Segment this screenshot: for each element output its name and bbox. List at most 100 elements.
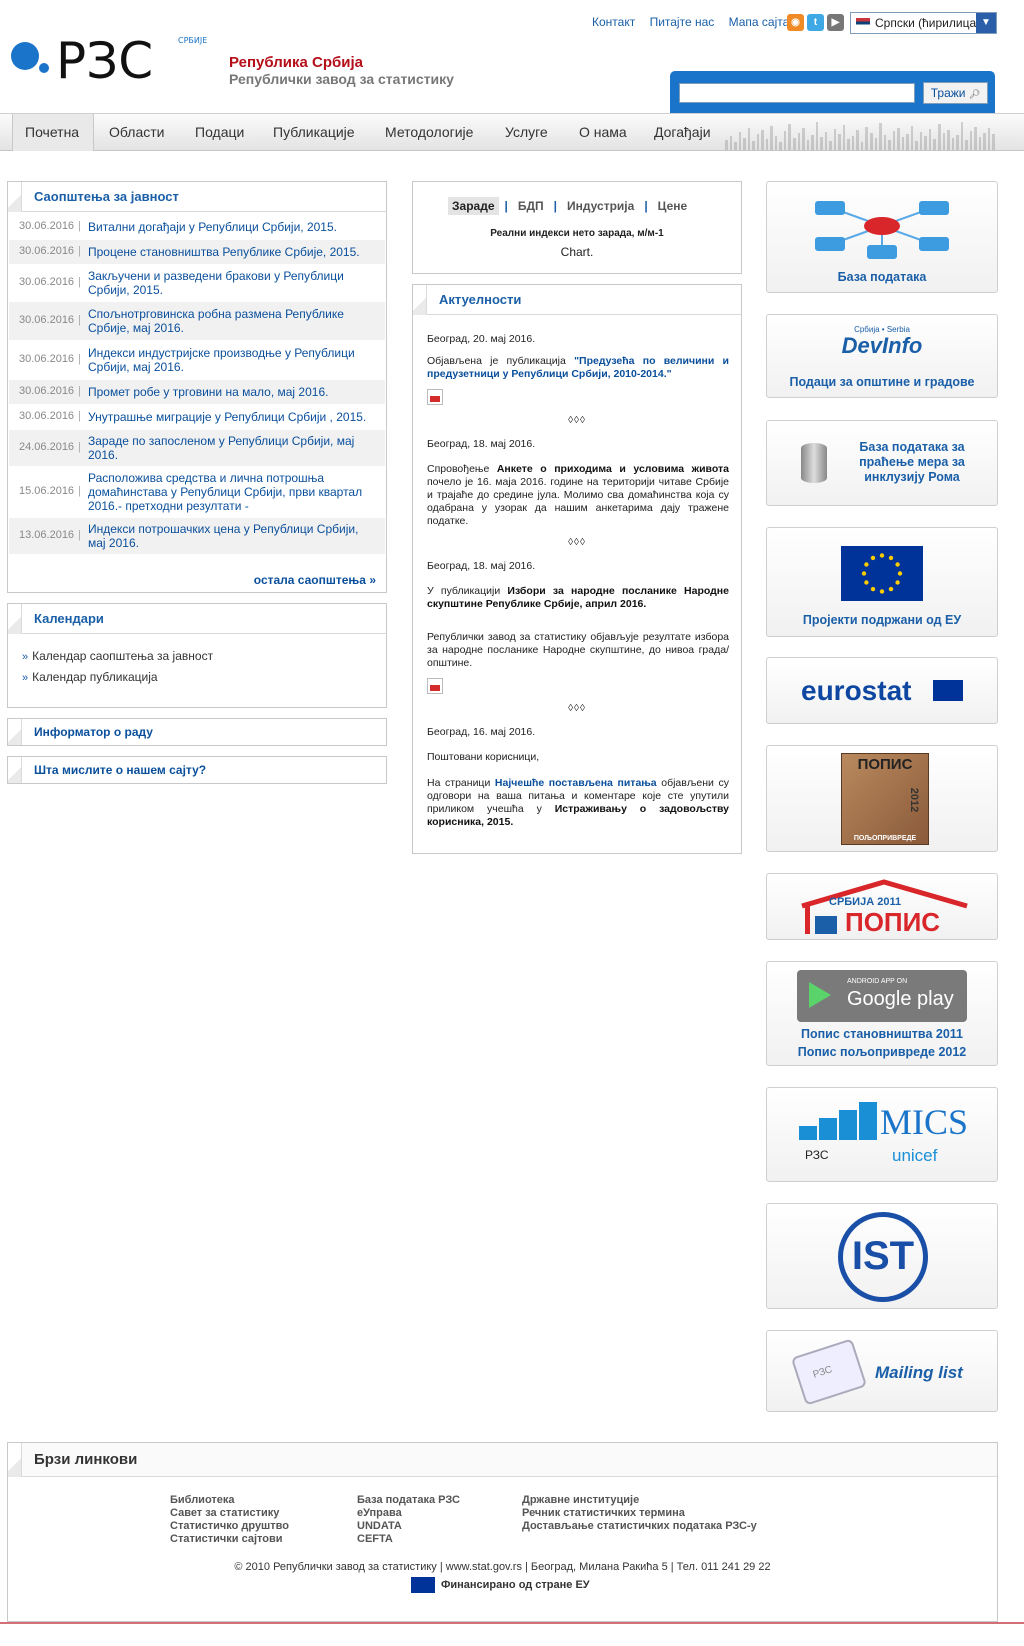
eu-projects-label: Пројекти подржани од ЕУ xyxy=(802,613,962,627)
footer-link[interactable]: UNDATA xyxy=(357,1520,460,1533)
twitter-icon[interactable]: t xyxy=(807,14,824,31)
footer-link[interactable]: Статистички сајтови xyxy=(170,1533,289,1546)
news-panel: Актуелности Београд, 20. мај 2016. Објав… xyxy=(412,284,742,854)
release-row: 30.06.2016 | Унутрашње миграције у Републи… xyxy=(9,404,385,430)
release-link[interactable]: Процене становништва Републике Србије, 2… xyxy=(88,245,378,259)
logo-small-text: СРБИЈЕ xyxy=(178,36,207,45)
news-text: почело је 16. маја 2016. године на терит… xyxy=(427,476,729,527)
pdf-icon[interactable] xyxy=(427,389,443,405)
nav-services[interactable]: Услуге xyxy=(505,114,548,151)
more-releases-link[interactable]: остала саопштења » xyxy=(254,573,376,587)
population-census-banner[interactable]: СРБИЈА 2011 ПОПИС xyxy=(766,873,998,940)
eu-star xyxy=(888,555,894,561)
footer-link[interactable]: Државне институције xyxy=(522,1494,757,1507)
footer-link[interactable]: Статистичко друштво xyxy=(170,1520,289,1533)
release-separator: | xyxy=(78,220,81,232)
nav-about[interactable]: О нама xyxy=(579,114,627,151)
news-item-text: На страници Најчешће постављена питања о… xyxy=(427,777,729,829)
eu-star xyxy=(895,580,900,585)
release-separator: | xyxy=(78,441,81,453)
sitemap-link[interactable]: Мапа сајта xyxy=(729,15,790,29)
release-date: 30.06.2016 xyxy=(19,353,75,365)
nav-home[interactable]: Почетна xyxy=(12,114,94,151)
news-text: Спровођење xyxy=(427,463,497,475)
mailing-list-label: Mailing list xyxy=(875,1363,963,1382)
rss-icon[interactable]: ◉ xyxy=(787,14,804,31)
tab-prices[interactable]: Цене xyxy=(654,197,692,215)
release-date: 15.06.2016 xyxy=(19,485,75,497)
footer-link[interactable]: еУправа xyxy=(357,1507,460,1520)
eu-star xyxy=(879,589,885,594)
eu-star xyxy=(864,580,869,585)
eu-flag-icon xyxy=(841,546,923,601)
press-releases-title: Саопштења за јавност xyxy=(34,189,179,204)
database-network-icon xyxy=(815,201,949,259)
nav-publications[interactable]: Публикације xyxy=(273,114,355,151)
footer-link[interactable]: База података РЗС xyxy=(357,1494,460,1507)
pdf-icon[interactable] xyxy=(427,678,443,694)
nav-data[interactable]: Подаци xyxy=(195,114,244,151)
search-button[interactable]: Тражи 🔎︎ xyxy=(923,82,988,104)
devinfo-banner[interactable]: Србија • Serbia DevInfo Подаци за општин… xyxy=(766,314,998,398)
mail-card-rzs: РЗС xyxy=(811,1364,834,1381)
release-link[interactable]: Расположива средства и лична потрошња до… xyxy=(88,471,378,513)
census-app-label-2: Попис пољопривреде 2012 xyxy=(797,1045,967,1059)
footer-link[interactable]: CEFTA xyxy=(357,1533,460,1546)
indicator-tabs: Зараде | БДП | Индустрија | Цене xyxy=(448,197,691,215)
calendar-releases-link[interactable]: » Календар саопштења за јавност xyxy=(22,649,213,663)
release-link[interactable]: Промет робе у трговини на мало, мај 2016… xyxy=(88,385,378,399)
youtube-icon[interactable]: ▶ xyxy=(827,14,844,31)
release-separator: | xyxy=(78,353,81,365)
news-separator: ◊◊◊ xyxy=(568,703,586,714)
release-row: 30.06.2016 | Закључени и разведени бракови… xyxy=(9,264,385,302)
eu-star xyxy=(897,571,903,576)
mics-logo: MICS xyxy=(880,1102,969,1142)
tab-gdp[interactable]: БДП xyxy=(514,197,548,215)
release-link[interactable]: Унутрашње миграције у Републици Србији ,… xyxy=(88,410,378,424)
tab-wages[interactable]: Зараде xyxy=(448,197,499,215)
eu-star xyxy=(870,586,876,592)
faq-link[interactable]: Најчешће постављена питања xyxy=(495,777,657,789)
more-releases-label: остала саопштења xyxy=(253,573,366,587)
release-link[interactable]: Витални догађаји у Републици Србији, 201… xyxy=(88,220,378,234)
informator-link[interactable]: Информатор о раду xyxy=(7,718,387,746)
tab-industry[interactable]: Индустрија xyxy=(563,197,638,215)
google-play-banner[interactable]: ANDROID APP ON Google play Попис становн… xyxy=(766,961,998,1066)
quick-links-footer: Брзи линкови Библиотека Савет за статист… xyxy=(7,1442,998,1622)
footer-link[interactable]: Библиотека xyxy=(170,1494,289,1507)
language-select[interactable]: Српски (ћирилица) ▼ xyxy=(850,12,997,34)
nav-events[interactable]: Догађаји xyxy=(654,114,711,151)
mailing-list-banner[interactable]: РЗС Mailing list xyxy=(766,1330,998,1412)
release-row: 13.06.2016 | Индекси потрошачких цена у Ре… xyxy=(9,518,385,554)
footer-link[interactable]: Достављање статистичких података РЗС-у xyxy=(522,1520,757,1533)
eu-star xyxy=(895,562,900,567)
news-title: Актуелности xyxy=(439,292,522,307)
nav-methodologies[interactable]: Методологије xyxy=(385,114,473,151)
eurostat-banner[interactable]: eurostat xyxy=(766,657,998,724)
ask-us-link[interactable]: Питајте нас xyxy=(650,15,715,29)
database-banner[interactable]: База података xyxy=(766,181,998,293)
devinfo-logo: DevInfo xyxy=(841,333,923,358)
site-opinion-link[interactable]: Шта мислите о нашем сајту? xyxy=(7,756,387,784)
footer-link[interactable]: Савет за статистику xyxy=(170,1507,289,1520)
ist-banner[interactable]: IST xyxy=(766,1203,998,1309)
eu-projects-banner[interactable]: Пројекти подржани од ЕУ xyxy=(766,527,998,637)
mics-banner[interactable]: MICS РЗС unicef xyxy=(766,1087,998,1182)
release-link[interactable]: Индекси потрошачких цена у Републици Срб… xyxy=(88,522,378,550)
contact-link[interactable]: Контакт xyxy=(592,15,635,29)
press-releases-panel: Саопштења за јавност 30.06.2016 | Витални … xyxy=(7,181,387,593)
agriculture-census-banner[interactable]: ПОПИС 2012 ПОЉОПРИВРЕДЕ xyxy=(766,745,998,852)
rzs-logo[interactable]: РЗС СРБИЈЕ xyxy=(6,28,218,90)
release-link[interactable]: Зараде по запосленом у Републици Србији,… xyxy=(88,434,378,462)
roma-database-banner[interactable]: База података за праћење мера за инклузи… xyxy=(766,420,998,506)
nav-areas[interactable]: Области xyxy=(109,114,164,151)
release-row: 30.06.2016 | Витални догађаји у Републици … xyxy=(9,214,385,240)
calendar-publications-link[interactable]: » Календар публикација xyxy=(22,670,158,684)
release-link[interactable]: Индекси индустријске производње у Републ… xyxy=(88,346,378,374)
release-link[interactable]: Спољнотрговинска робна размена Републике… xyxy=(88,307,378,335)
footer-link[interactable]: Речник статистичких термина xyxy=(522,1507,757,1520)
news-separator: ◊◊◊ xyxy=(568,537,586,548)
release-link[interactable]: Закључени и разведени бракови у Републиц… xyxy=(88,269,378,297)
release-row: 15.06.2016 | Расположива средства и лична … xyxy=(9,466,385,518)
search-input[interactable] xyxy=(679,83,915,103)
